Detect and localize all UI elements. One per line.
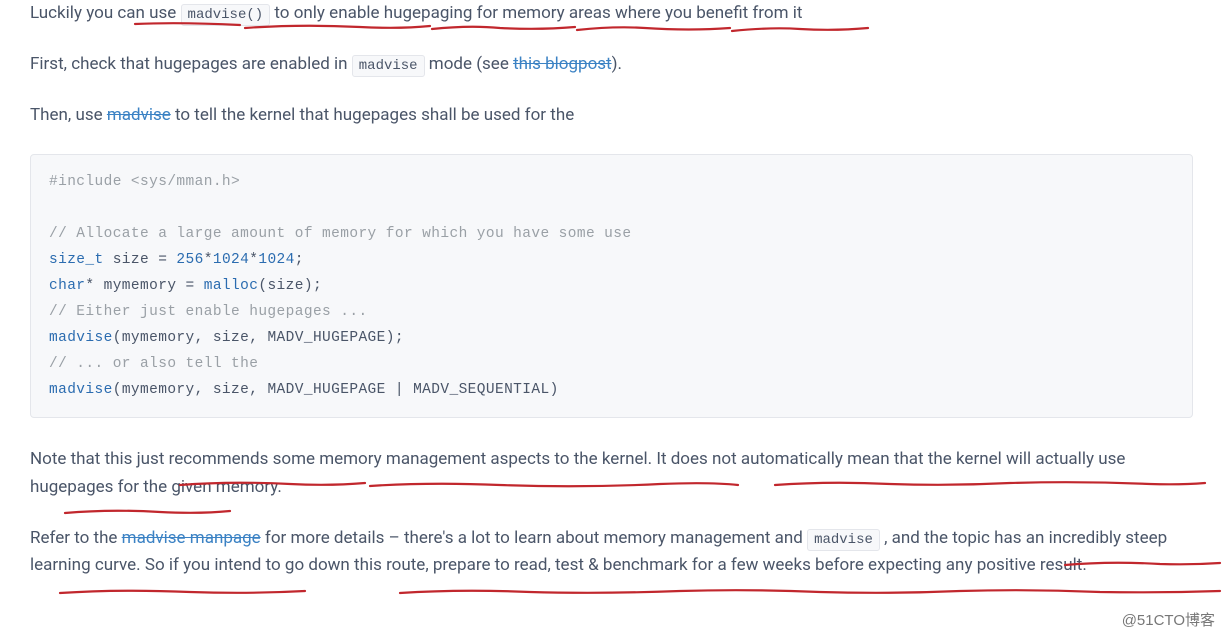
link-madvise-manpage[interactable]: madvise manpage (122, 528, 261, 548)
text: Then, use (30, 105, 107, 125)
text: for more details – there's a lot to lear… (261, 528, 807, 548)
link-madvise[interactable]: madvise (107, 105, 171, 125)
text: Luckily you can use (30, 3, 181, 23)
inline-code-madvise: madvise (352, 55, 425, 77)
paragraph-4: Note that this just recommends some memo… (30, 446, 1193, 500)
inline-code-madvise2: madvise (807, 529, 880, 551)
code-block: #include <sys/mman.h> // Allocate a larg… (30, 154, 1193, 419)
text: to tell the kernel that hugepages shall … (171, 105, 574, 125)
paragraph-5: Refer to the madvise manpage for more de… (30, 525, 1193, 579)
paragraph-2: First, check that hugepages are enabled … (30, 51, 1193, 78)
text: Note that this just recommends some memo… (30, 449, 1125, 496)
link-blogpost[interactable]: this blogpost (513, 54, 612, 74)
paragraph-1: Luckily you can use madvise() to only en… (30, 0, 1193, 27)
text: First, check that hugepages are enabled … (30, 54, 352, 74)
text: ). (612, 54, 622, 74)
paragraph-3: Then, use madvise to tell the kernel tha… (30, 102, 1193, 129)
text: to only enable hugepaging for memory are… (270, 3, 802, 23)
inline-code-madvise-fn: madvise() (181, 4, 271, 26)
watermark: @51CTO博客 (1122, 609, 1215, 633)
text: mode (see (425, 54, 513, 74)
text: Refer to the (30, 528, 122, 548)
